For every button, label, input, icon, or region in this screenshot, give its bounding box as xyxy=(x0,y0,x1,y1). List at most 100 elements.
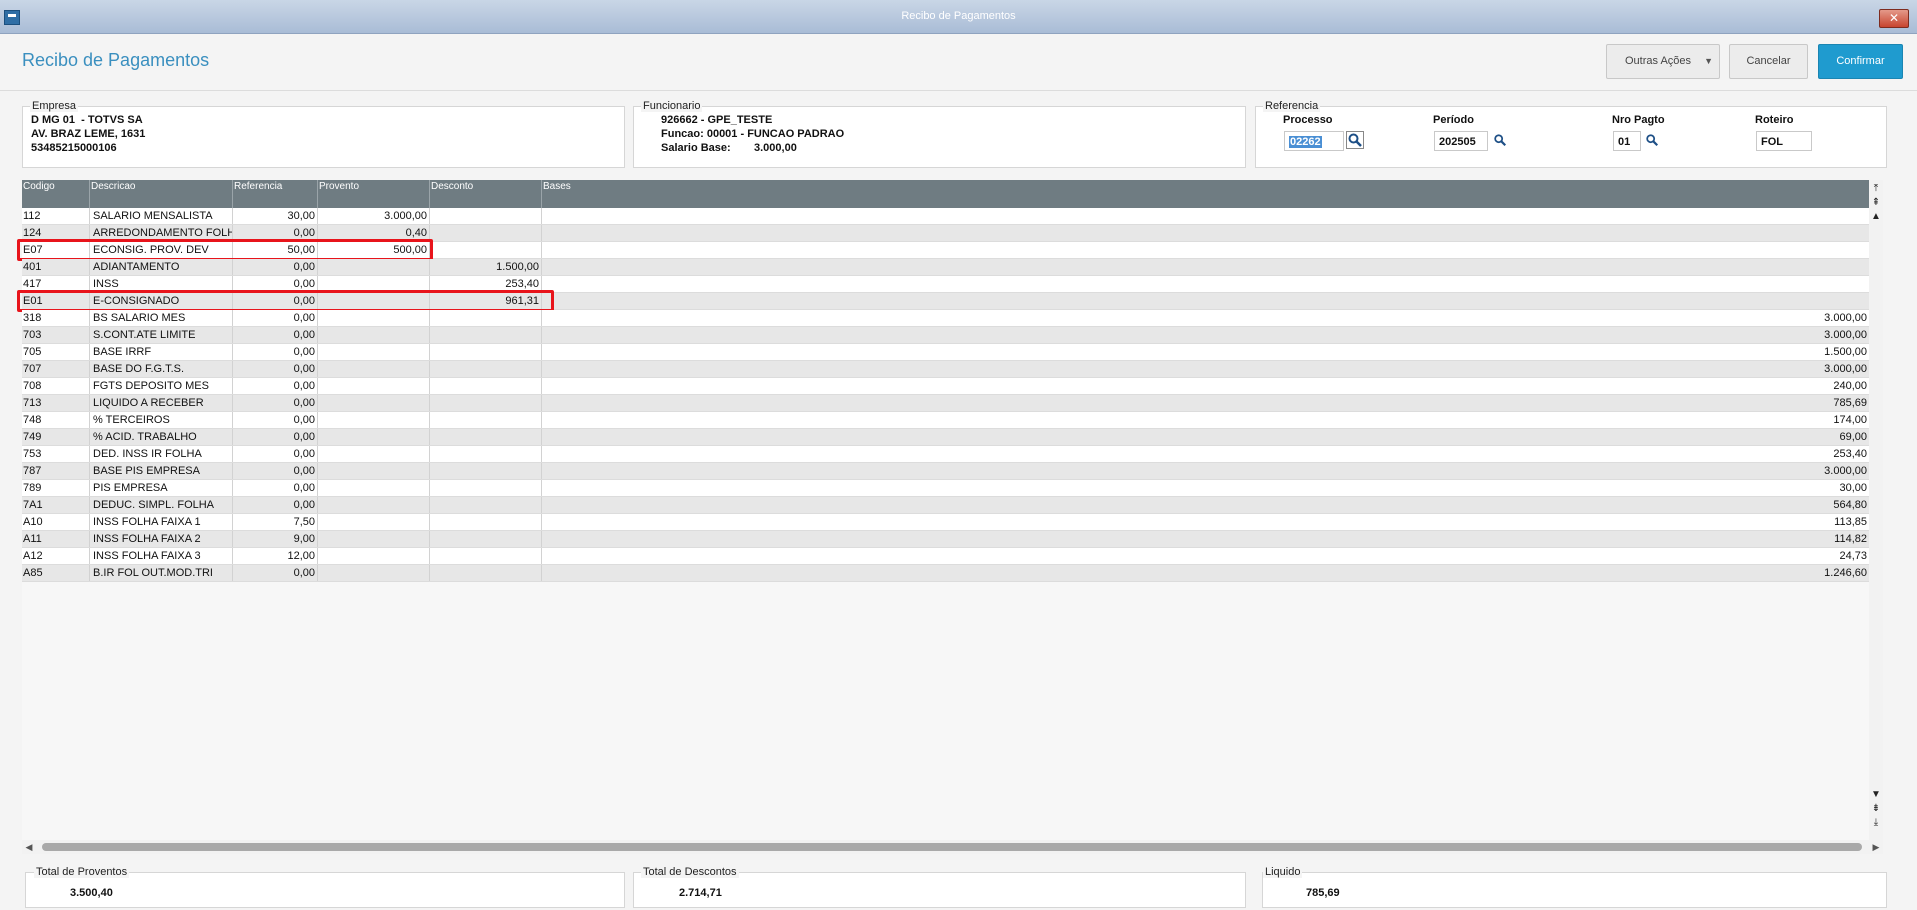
nro-pagto-search-icon[interactable] xyxy=(1645,133,1659,147)
scroll-left-icon[interactable]: ◀ xyxy=(22,840,36,854)
table-row[interactable]: 705 BASE IRRF 0,00 1.500,00 xyxy=(22,344,1869,361)
table-row[interactable]: 703 S.CONT.ATE LIMITE 0,00 3.000,00 xyxy=(22,327,1869,344)
empresa-name: D MG 01 - TOTVS SA xyxy=(31,114,143,126)
cell-bases: 3.000,00 xyxy=(1824,363,1867,375)
column-header-bases[interactable]: Bases xyxy=(542,180,1869,208)
window-close-button[interactable]: ✕ xyxy=(1879,9,1909,28)
cell-bases: 240,00 xyxy=(1833,380,1867,392)
cell-bases: 30,00 xyxy=(1839,482,1867,494)
cell-provento xyxy=(318,378,430,394)
confirm-button[interactable]: Confirmar xyxy=(1818,44,1903,79)
table-row[interactable]: A11 INSS FOLHA FAIXA 2 9,00 114,82 xyxy=(22,531,1869,548)
cell-codigo: E01 xyxy=(22,293,90,309)
payroll-grid[interactable]: Codigo Descricao Referencia Provento Des… xyxy=(17,180,1869,840)
cell-provento xyxy=(318,344,430,360)
cell-desconto xyxy=(430,480,542,496)
cell-codigo: A10 xyxy=(22,514,90,530)
vertical-scrollbar[interactable]: ⤒ ⇞ ▲ ▼ ⇟ ⤓ xyxy=(1869,180,1883,840)
cell-codigo: 7A1 xyxy=(22,497,90,513)
cell-codigo: 705 xyxy=(22,344,90,360)
column-header-descricao[interactable]: Descricao xyxy=(90,180,233,208)
cell-provento xyxy=(318,259,430,275)
table-row[interactable]: 124 ARREDONDAMENTO FOLH 0,00 0,40 xyxy=(22,225,1869,242)
cell-desconto xyxy=(430,565,542,581)
cell-desconto: 1.500,00 xyxy=(430,259,542,275)
cell-referencia: 0,00 xyxy=(233,259,318,275)
scroll-bottom-icon[interactable]: ⤓ xyxy=(1869,816,1883,830)
cell-codigo: 748 xyxy=(22,412,90,428)
scroll-page-down-icon[interactable]: ⇟ xyxy=(1869,802,1883,816)
table-row[interactable]: 417 INSS 0,00 253,40 xyxy=(22,276,1869,293)
cell-provento xyxy=(318,327,430,343)
table-row[interactable]: 787 BASE PIS EMPRESA 0,00 3.000,00 xyxy=(22,463,1869,480)
periodo-search-icon[interactable] xyxy=(1493,133,1507,147)
cell-descricao: INSS FOLHA FAIXA 1 xyxy=(90,514,233,530)
table-row[interactable]: 7A1 DEDUC. SIMPL. FOLHA 0,00 564,80 xyxy=(22,497,1869,514)
table-row[interactable]: 713 LIQUIDO A RECEBER 0,00 785,69 xyxy=(22,395,1869,412)
cell-provento xyxy=(318,565,430,581)
cell-provento xyxy=(318,463,430,479)
cell-referencia: 0,00 xyxy=(233,327,318,343)
periodo-input[interactable]: 202505 xyxy=(1434,131,1488,151)
column-header-desconto[interactable]: Desconto xyxy=(430,180,542,208)
table-row[interactable]: E07 ECONSIG. PROV. DEV 50,00 500,00 xyxy=(22,242,1869,259)
cell-descricao: FGTS DEPOSITO MES xyxy=(90,378,233,394)
cell-descricao: % TERCEIROS xyxy=(90,412,233,428)
outras-acoes-button[interactable]: Outras Ações ▼ xyxy=(1606,44,1720,79)
cell-referencia: 0,00 xyxy=(233,344,318,360)
cell-bases xyxy=(542,259,1869,275)
table-row[interactable]: 789 PIS EMPRESA 0,00 30,00 xyxy=(22,480,1869,497)
cell-codigo: 112 xyxy=(22,208,90,224)
cell-descricao: PIS EMPRESA xyxy=(90,480,233,496)
cell-codigo: 753 xyxy=(22,446,90,462)
horizontal-scroll-thumb[interactable] xyxy=(42,843,1862,851)
scroll-right-icon[interactable]: ▶ xyxy=(1869,840,1883,854)
window-title: Recibo de Pagamentos xyxy=(901,10,1016,22)
column-header-referencia[interactable]: Referencia xyxy=(233,180,318,208)
cancel-button[interactable]: Cancelar xyxy=(1729,44,1808,79)
cell-codigo: A85 xyxy=(22,565,90,581)
horizontal-scrollbar[interactable]: ◀ ▶ xyxy=(22,840,1883,854)
cell-referencia: 0,00 xyxy=(233,412,318,428)
cell-referencia: 0,00 xyxy=(233,395,318,411)
table-row[interactable]: 707 BASE DO F.G.T.S. 0,00 3.000,00 xyxy=(22,361,1869,378)
cell-desconto xyxy=(430,429,542,445)
table-row[interactable]: 318 BS SALARIO MES 0,00 3.000,00 xyxy=(22,310,1869,327)
cell-referencia: 12,00 xyxy=(233,548,318,564)
empresa-address: AV. BRAZ LEME, 1631 xyxy=(31,128,146,140)
processo-value: 02262 xyxy=(1289,136,1322,148)
cell-codigo: 401 xyxy=(22,259,90,275)
salario-base-value: 3.000,00 xyxy=(754,142,797,154)
total-proventos-label: Total de Proventos xyxy=(34,866,130,878)
processo-search-icon[interactable] xyxy=(1346,131,1364,149)
table-row[interactable]: 401 ADIANTAMENTO 0,00 1.500,00 xyxy=(22,259,1869,276)
cell-bases xyxy=(542,293,1869,309)
table-row[interactable]: 748% TERCEIROS 0,00 174,00 xyxy=(22,412,1869,429)
column-header-codigo[interactable]: Codigo xyxy=(22,180,90,208)
scroll-top-icon[interactable]: ⤒ xyxy=(1869,182,1883,196)
table-row[interactable]: 112 SALARIO MENSALISTA 30,00 3.000,00 xyxy=(22,208,1869,225)
roteiro-input[interactable]: FOL xyxy=(1756,131,1812,151)
cell-desconto xyxy=(430,361,542,377)
scroll-page-up-icon[interactable]: ⇞ xyxy=(1869,196,1883,210)
cell-provento xyxy=(318,293,430,309)
table-row[interactable]: A85 B.IR FOL OUT.MOD.TRI 0,00 1.246,60 xyxy=(22,565,1869,582)
table-row[interactable]: 708 FGTS DEPOSITO MES 0,00 240,00 xyxy=(22,378,1869,395)
cell-descricao: BASE DO F.G.T.S. xyxy=(90,361,233,377)
cell-provento xyxy=(318,276,430,292)
table-row[interactable]: A10 INSS FOLHA FAIXA 1 7,50 113,85 xyxy=(22,514,1869,531)
cell-codigo: 318 xyxy=(22,310,90,326)
column-header-provento[interactable]: Provento xyxy=(318,180,430,208)
empresa-legend: Empresa xyxy=(30,100,79,112)
cell-desconto xyxy=(430,446,542,462)
table-row[interactable]: 753 DED. INSS IR FOLHA 0,00 253,40 xyxy=(22,446,1869,463)
scroll-down-icon[interactable]: ▼ xyxy=(1869,788,1883,802)
cell-desconto xyxy=(430,208,542,224)
scroll-up-icon[interactable]: ▲ xyxy=(1869,210,1883,224)
table-row[interactable]: A12 INSS FOLHA FAIXA 3 12,00 24,73 xyxy=(22,548,1869,565)
table-row[interactable]: 749% ACID. TRABALHO 0,00 69,00 xyxy=(22,429,1869,446)
nro-pagto-input[interactable]: 01 xyxy=(1613,131,1641,151)
cell-provento: 0,40 xyxy=(318,225,430,241)
processo-input[interactable]: 02262 xyxy=(1284,131,1344,151)
table-row[interactable]: E01 E-CONSIGNADO 0,00 961,31 xyxy=(22,293,1869,310)
